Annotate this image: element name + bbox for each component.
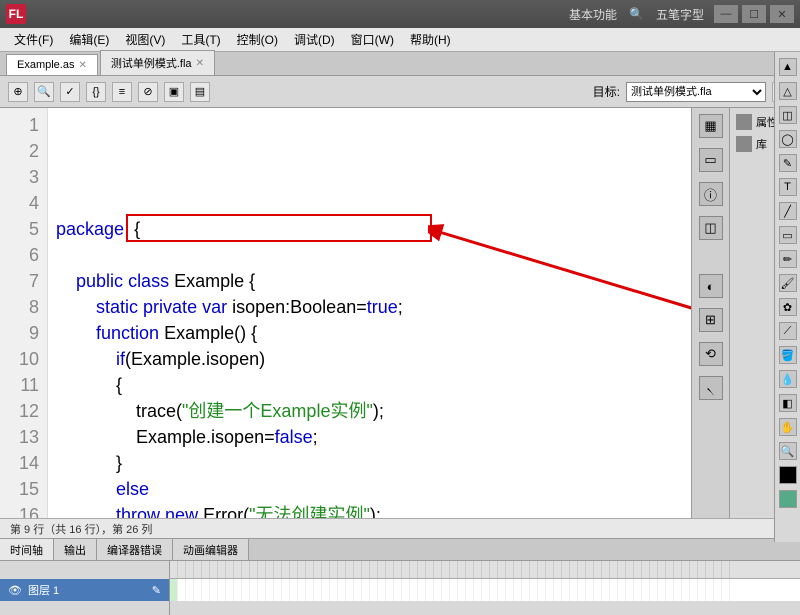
search-icon[interactable]: 🔍 <box>629 7 644 21</box>
tool-comment-icon[interactable]: ⊘ <box>138 82 158 102</box>
menu-item[interactable]: 编辑(E) <box>61 28 117 51</box>
properties-icon <box>736 114 752 130</box>
menu-item[interactable]: 控制(O) <box>229 28 286 51</box>
library-icon <box>736 136 752 152</box>
menu-item[interactable]: 文件(F) <box>6 28 61 51</box>
fill-color-icon[interactable] <box>779 490 797 508</box>
target-label: 目标: <box>593 83 620 100</box>
code-line[interactable]: package { <box>56 216 683 242</box>
components-icon[interactable]: ⊞ <box>699 308 723 332</box>
selection-tool-icon[interactable]: ▲ <box>779 58 797 76</box>
code-line[interactable]: { <box>56 372 683 398</box>
lasso-tool-icon[interactable]: ◯ <box>779 130 797 148</box>
timeline-panel: 👁 图层 1 ✎ <box>0 560 800 615</box>
tool-add-icon[interactable]: ⊕ <box>8 82 28 102</box>
swatches-icon[interactable]: ▦ <box>699 114 723 138</box>
code-line[interactable]: trace("创建一个Example实例"); <box>56 398 683 424</box>
line-gutter: 12345678910111213141516 <box>0 108 48 518</box>
transform-icon[interactable]: ◫ <box>699 216 723 240</box>
align-icon[interactable]: ▭ <box>699 148 723 172</box>
menu-item[interactable]: 工具(T) <box>173 28 228 51</box>
brush-icon[interactable]: ৲ <box>699 376 723 400</box>
ime-indicator: 五笔字型 <box>656 6 704 23</box>
color-icon[interactable]: ◐ <box>699 274 723 298</box>
tool-brace-icon[interactable]: {} <box>86 82 106 102</box>
timeline-layer[interactable]: 👁 图层 1 ✎ <box>0 579 169 601</box>
deco-tool-icon[interactable]: ✿ <box>779 298 797 316</box>
code-line[interactable]: throw new Error("无法创建实例"); <box>56 502 683 518</box>
minimize-button[interactable]: — <box>714 5 738 23</box>
code-line[interactable]: } <box>56 450 683 476</box>
code-line[interactable] <box>56 242 683 268</box>
tool-expand-icon[interactable]: ▤ <box>190 82 210 102</box>
zoom-tool-icon[interactable]: 🔍 <box>779 442 797 460</box>
target-select[interactable]: 测试单例模式.fla <box>626 82 766 102</box>
subselection-tool-icon[interactable]: △ <box>779 82 797 100</box>
pen-tool-icon[interactable]: ✎ <box>779 154 797 172</box>
free-transform-tool-icon[interactable]: ◫ <box>779 106 797 124</box>
eraser-tool-icon[interactable]: ◧ <box>779 394 797 412</box>
workspace-mode[interactable]: 基本功能 <box>569 6 617 23</box>
menu-item[interactable]: 调试(D) <box>286 28 343 51</box>
statusbar: 第 9 行（共 16 行），第 26 列 <box>0 518 800 538</box>
history-icon[interactable]: ⟲ <box>699 342 723 366</box>
tab-close-icon[interactable]: ✕ <box>78 60 86 71</box>
app-logo: FL <box>6 4 26 24</box>
editor-toolbar: ⊕ 🔍 ✓ {} ≡ ⊘ ▣ ▤ 目标: 测试单例模式.fla ⟲ <box>0 76 800 108</box>
pencil-tool-icon[interactable]: ✏ <box>779 250 797 268</box>
tab-close-icon[interactable]: ✕ <box>196 58 204 69</box>
code-line[interactable]: Example.isopen=false; <box>56 424 683 450</box>
timeline-ruler[interactable] <box>170 561 800 579</box>
rectangle-tool-icon[interactable]: ▭ <box>779 226 797 244</box>
tool-collapse-icon[interactable]: ▣ <box>164 82 184 102</box>
tool-format-icon[interactable]: ≡ <box>112 82 132 102</box>
maximize-button[interactable]: ☐ <box>742 5 766 23</box>
code-area[interactable]: package { public class Example { static … <box>48 108 691 518</box>
side-icon-panel: ▦ ▭ ⓘ ◫ ◐ ⊞ ⟲ ৲ <box>692 108 730 518</box>
bottom-tabs: 时间轴输出编译器错误动画编辑器 <box>0 538 800 560</box>
menu-item[interactable]: 窗口(W) <box>343 28 402 51</box>
bottom-tab[interactable]: 时间轴 <box>0 539 54 560</box>
menu-item[interactable]: 帮助(H) <box>402 28 459 51</box>
code-line[interactable]: else <box>56 476 683 502</box>
document-tab[interactable]: Example.as✕ <box>6 54 98 75</box>
code-line[interactable]: function Example() { <box>56 320 683 346</box>
line-tool-icon[interactable]: ╱ <box>779 202 797 220</box>
bottom-tab[interactable]: 输出 <box>54 539 97 560</box>
layer-name[interactable]: 图层 1 <box>28 582 59 598</box>
info-icon[interactable]: ⓘ <box>699 182 723 206</box>
menu-item[interactable]: 视图(V) <box>117 28 173 51</box>
document-tabs: Example.as✕测试单例模式.fla✕ <box>0 52 800 76</box>
bottom-tab[interactable]: 编译器错误 <box>97 539 173 560</box>
bottom-tab[interactable]: 动画编辑器 <box>173 539 249 560</box>
eyedropper-tool-icon[interactable]: 💧 <box>779 370 797 388</box>
tool-find-icon[interactable]: 🔍 <box>34 82 54 102</box>
timeline-track[interactable] <box>170 579 800 601</box>
code-editor[interactable]: 12345678910111213141516 package { public… <box>0 108 692 518</box>
menubar: 文件(F)编辑(E)视图(V)工具(T)控制(O)调试(D)窗口(W)帮助(H) <box>0 28 800 52</box>
close-button[interactable]: ✕ <box>770 5 794 23</box>
titlebar: FL 基本功能 🔍 五笔字型 — ☐ ✕ <box>0 0 800 28</box>
bone-tool-icon[interactable]: ⟋ <box>779 322 797 340</box>
paint-bucket-tool-icon[interactable]: 🪣 <box>779 346 797 364</box>
hand-tool-icon[interactable]: ✋ <box>779 418 797 436</box>
stroke-color-icon[interactable] <box>779 466 797 484</box>
document-tab[interactable]: 测试单例模式.fla✕ <box>100 50 215 75</box>
code-line[interactable]: static private var isopen:Boolean=true; <box>56 294 683 320</box>
code-line[interactable]: public class Example { <box>56 268 683 294</box>
tool-check-icon[interactable]: ✓ <box>60 82 80 102</box>
code-line[interactable]: if(Example.isopen) <box>56 346 683 372</box>
text-tool-icon[interactable]: T <box>779 178 797 196</box>
tools-panel: ▲ △ ◫ ◯ ✎ T ╱ ▭ ✏ 🖌 ✿ ⟋ 🪣 💧 ◧ ✋ 🔍 <box>774 52 800 542</box>
brush-tool-icon[interactable]: 🖌 <box>779 274 797 292</box>
